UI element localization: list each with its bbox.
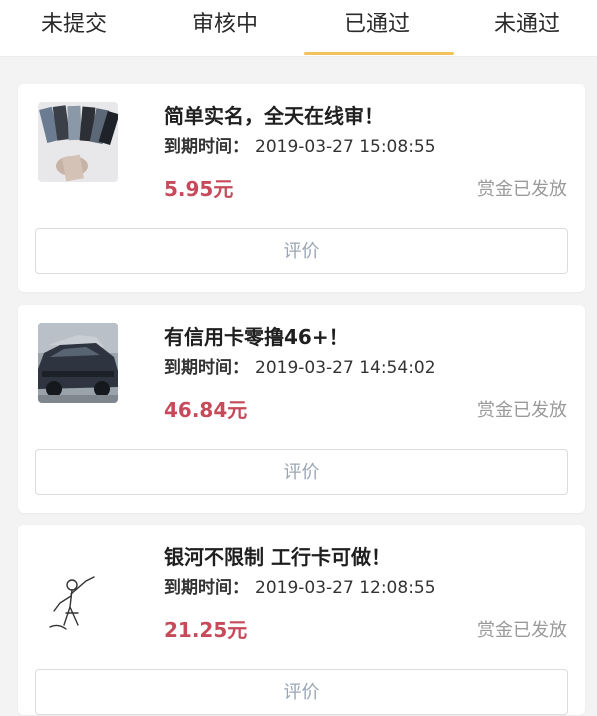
task-card: 简单实名，全天在线审！ 到期时间： 2019-03-27 15:08:55 5.9… [18, 84, 585, 292]
task-card: 银河不限制 工行卡可做！ 到期时间： 2019-03-27 12:08:55 21… [18, 525, 585, 715]
review-button[interactable]: 评价 [35, 449, 568, 495]
deadline-value: 2019-03-27 15:08:55 [255, 137, 436, 157]
deadline-value: 2019-03-27 14:54:02 [255, 358, 436, 378]
review-button[interactable]: 评价 [35, 228, 568, 274]
reward-amount: 46.84元 [164, 398, 248, 422]
car-photo-icon [38, 323, 118, 403]
deadline-label: 到期时间： [164, 137, 249, 157]
status-text: 赏金已发放 [477, 400, 567, 421]
status-text: 赏金已发放 [477, 179, 567, 200]
deadline: 到期时间： 2019-03-27 15:08:55 [164, 135, 436, 159]
task-card: 有信用卡零撸46+！ 到期时间： 2019-03-27 14:54:02 46.8… [18, 305, 585, 513]
status-tab-bar: 未提交 审核中 已通过 未通过 [0, 0, 597, 57]
deadline-label: 到期时间： [164, 358, 249, 378]
deadline-label: 到期时间： [164, 578, 249, 598]
task-title: 有信用卡零撸46+！ [164, 325, 349, 349]
tab-rejected[interactable]: 未通过 [494, 10, 560, 40]
task-title: 银河不限制 工行卡可做！ [164, 545, 391, 569]
active-tab-indicator [304, 52, 454, 55]
task-title: 简单实名，全天在线审！ [164, 104, 384, 128]
status-text: 赏金已发放 [477, 620, 567, 641]
figure-sketch-icon [38, 563, 118, 643]
deadline: 到期时间： 2019-03-27 14:54:02 [164, 356, 436, 380]
tab-under-review[interactable]: 审核中 [192, 10, 258, 40]
reward-amount: 5.95元 [164, 177, 234, 201]
photo-cards-icon [38, 102, 118, 182]
deadline-value: 2019-03-27 12:08:55 [255, 578, 436, 598]
deadline: 到期时间： 2019-03-27 12:08:55 [164, 576, 436, 600]
reward-amount: 21.25元 [164, 618, 248, 642]
review-button[interactable]: 评价 [35, 669, 568, 715]
tab-not-submitted[interactable]: 未提交 [41, 10, 107, 40]
tab-approved[interactable]: 已通过 [344, 10, 410, 40]
